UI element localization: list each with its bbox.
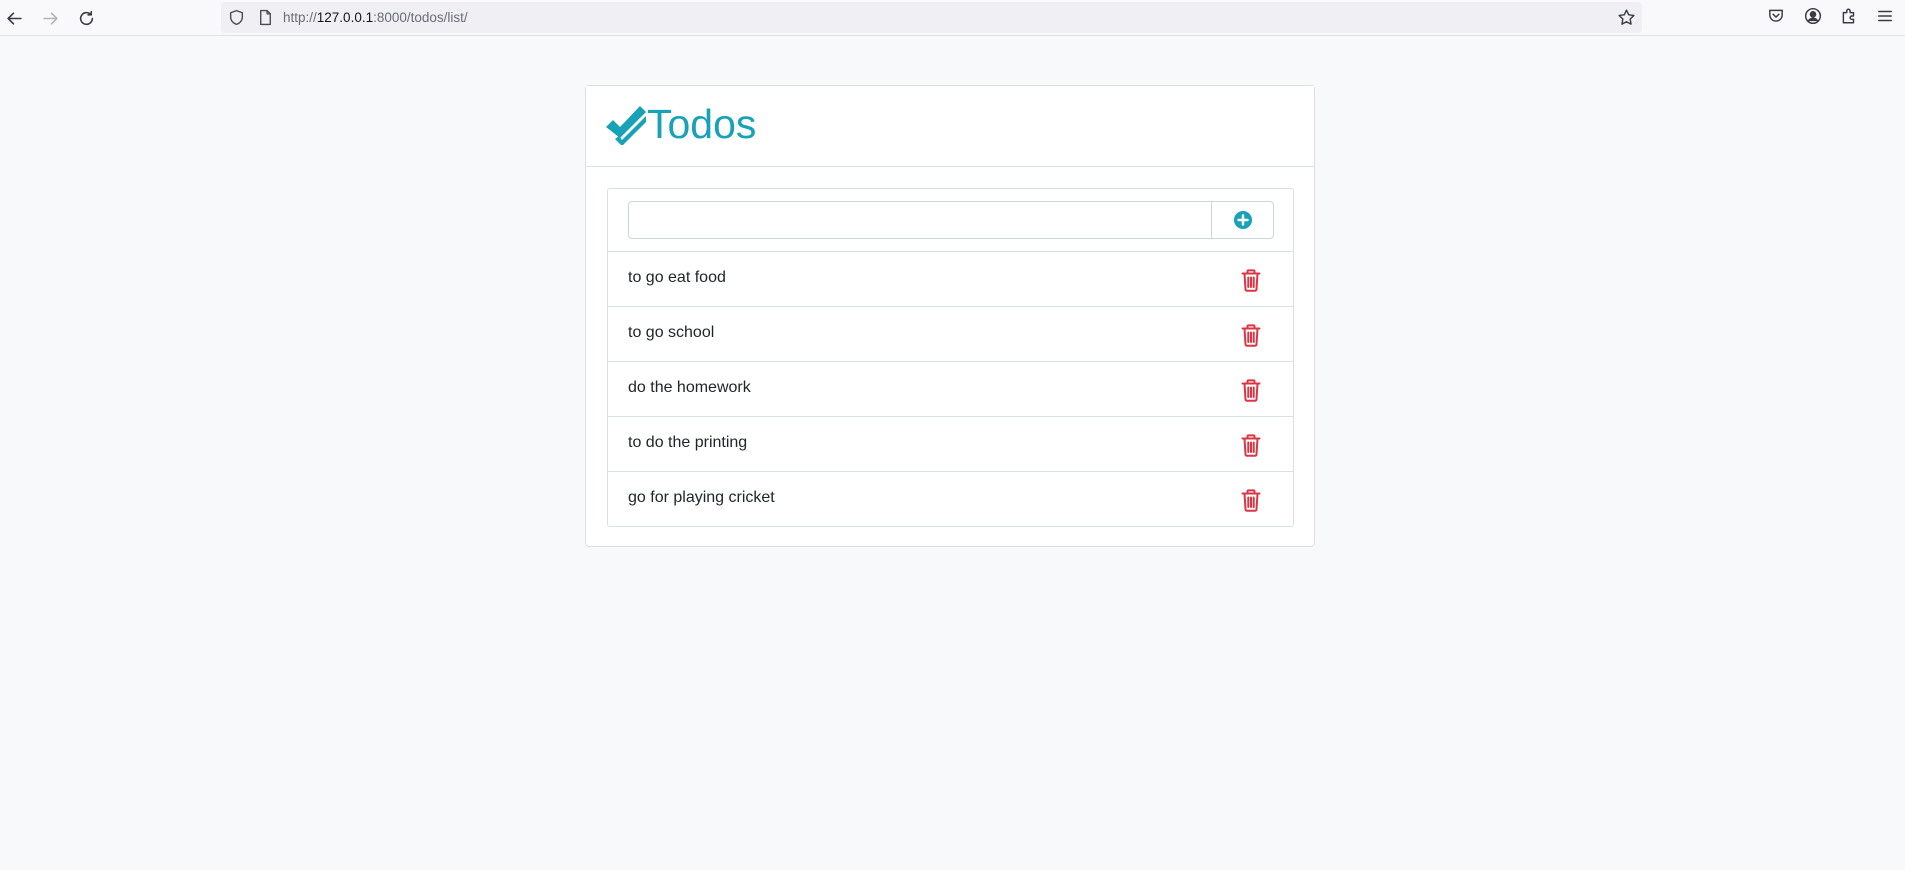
arrow-left-icon bbox=[6, 11, 22, 25]
list-item: to do the printing bbox=[608, 417, 1293, 472]
reload-button[interactable] bbox=[72, 4, 100, 32]
reload-icon bbox=[79, 10, 93, 25]
delete-todo-button[interactable] bbox=[1239, 267, 1263, 293]
add-todo-form bbox=[608, 189, 1293, 252]
todo-list: to go eat food to go school do the homew… bbox=[607, 188, 1294, 527]
list-item: go for playing cricket bbox=[608, 472, 1293, 527]
todo-text: to go school bbox=[628, 324, 715, 341]
list-item: to go school bbox=[608, 307, 1293, 362]
trash-icon bbox=[1241, 433, 1261, 457]
delete-todo-button[interactable] bbox=[1239, 487, 1263, 513]
todo-text: go for playing cricket bbox=[628, 489, 775, 506]
url-host: 127.0.0.1 bbox=[316, 10, 374, 25]
trash-icon bbox=[1241, 488, 1261, 512]
pocket-icon[interactable] bbox=[1767, 7, 1785, 25]
list-item: do the homework bbox=[608, 362, 1293, 417]
todo-card: Todos to go eat food to go school do the… bbox=[585, 85, 1315, 547]
browser-toolbar: http://127.0.0.1:8000/todos/list/ bbox=[0, 0, 1905, 36]
delete-todo-button[interactable] bbox=[1239, 322, 1263, 348]
shield-icon[interactable] bbox=[228, 9, 245, 26]
todo-input[interactable] bbox=[628, 201, 1212, 239]
url-path: :8000/todos/list/ bbox=[373, 10, 468, 25]
url-text[interactable]: http://127.0.0.1:8000/todos/list/ bbox=[283, 10, 468, 25]
trash-icon bbox=[1241, 378, 1261, 402]
trash-icon bbox=[1241, 268, 1261, 292]
todo-text: to do the printing bbox=[628, 434, 748, 451]
page-title: Todos bbox=[647, 101, 757, 147]
todo-text: to go eat food bbox=[628, 269, 726, 286]
menu-icon[interactable] bbox=[1876, 7, 1894, 25]
url-scheme: http:// bbox=[283, 10, 317, 25]
add-todo-button[interactable] bbox=[1211, 201, 1274, 239]
delete-todo-button[interactable] bbox=[1239, 432, 1263, 458]
trash-icon bbox=[1241, 323, 1261, 347]
forward-button[interactable] bbox=[36, 4, 64, 32]
account-icon[interactable] bbox=[1804, 7, 1822, 25]
extensions-icon[interactable] bbox=[1840, 7, 1858, 25]
list-item: to go eat food bbox=[608, 252, 1293, 307]
back-button[interactable] bbox=[0, 4, 28, 32]
page-icon[interactable] bbox=[257, 9, 274, 26]
bookmark-star-icon[interactable] bbox=[1617, 8, 1636, 27]
arrow-right-icon bbox=[42, 11, 58, 25]
card-header: Todos bbox=[586, 86, 1314, 167]
delete-todo-button[interactable] bbox=[1239, 377, 1263, 403]
address-bar[interactable]: http://127.0.0.1:8000/todos/list/ bbox=[221, 2, 1642, 33]
todo-text: do the homework bbox=[628, 379, 751, 396]
plus-circle-icon bbox=[1233, 211, 1252, 229]
check-double-icon bbox=[606, 106, 646, 145]
